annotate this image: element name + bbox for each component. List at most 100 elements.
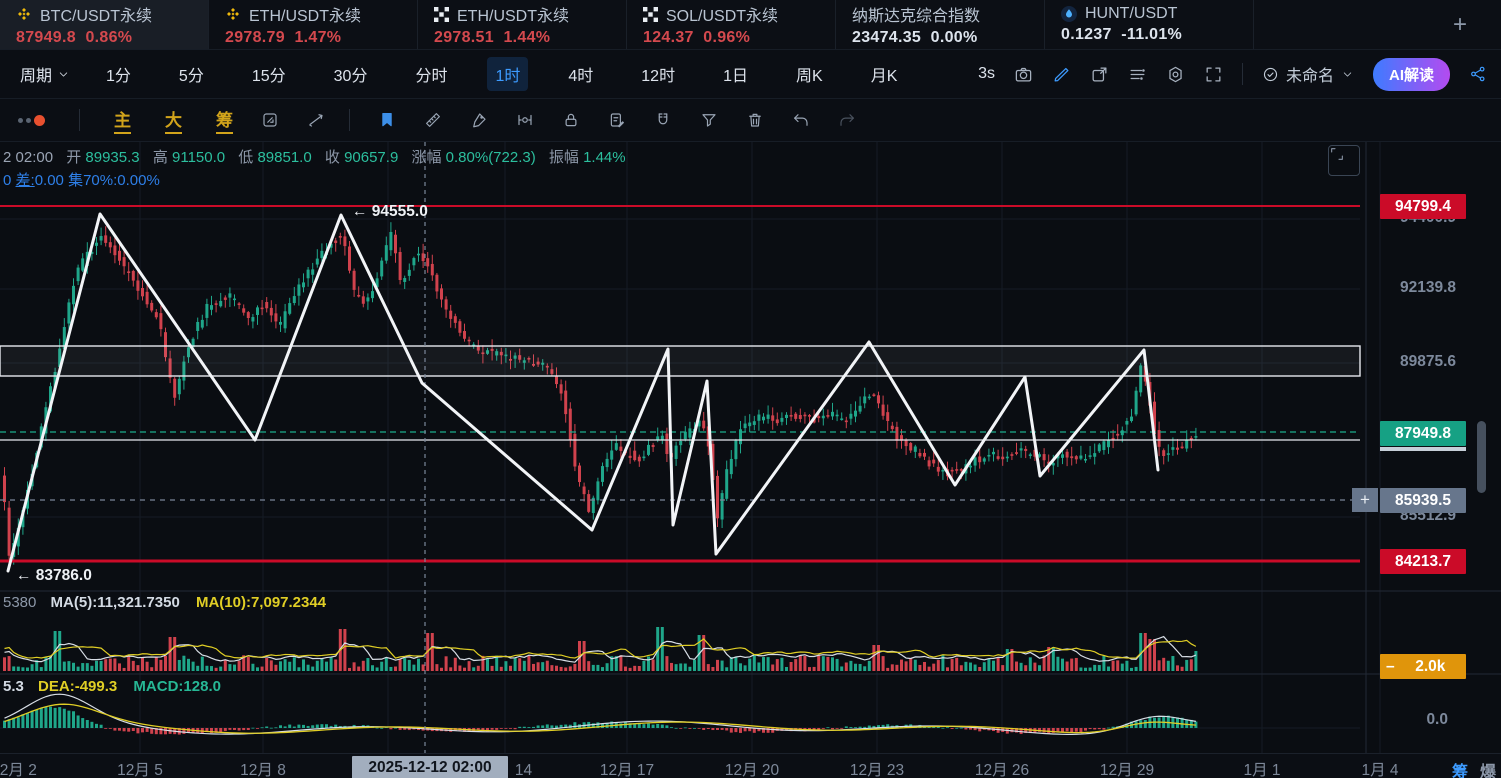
time-axis[interactable]: 1月 41月 112月 2912月 2612月 2312月 2012月 1712… [0,753,1501,778]
hexagon-icon[interactable] [1166,65,1185,84]
orderflow-readout: 0 差:0.00 集70%:0.00% [3,169,160,190]
period-list: 1分 5分 15分 30分分时 1时 4时 12时 1日周K 月K [98,57,937,91]
tab-change: 0.96% [703,29,750,46]
edit-square-icon[interactable] [261,111,279,129]
macd-indicator-readout: 5.3 DEA:-499.3 MACD:128.0 [3,678,221,695]
volume-bars [3,627,1197,671]
indicator-tab-主[interactable]: 主 [114,106,131,134]
macd-zero-label: 0.0 [1398,711,1448,729]
ohlc-time: 2 02:00 [3,149,53,166]
tab-change: 1.44% [503,29,550,46]
ticker-tab-SOL/USDT永续[interactable]: SOL/USDT永续124.37 0.96% [627,0,836,49]
macd-value: 128.0 [183,678,221,695]
okx-icon [434,7,449,22]
trash-icon[interactable] [746,111,764,129]
ticker-tab-HUNT/USDT[interactable]: HUNT/USDT0.1237 -11.01% [1045,0,1254,49]
close-value: 90657.9 [344,149,398,166]
vol-ma10: 7,097.2344 [251,594,326,611]
tab-price: 87949.8 [16,29,76,46]
draw-left-icons [233,111,325,129]
bookmark-icon[interactable] [378,111,396,129]
note-icon[interactable] [608,111,626,129]
magnet-icon[interactable] [654,111,672,129]
toolbar-icons [1014,65,1223,84]
workspace-selector[interactable]: 未命名 [1262,62,1354,86]
ticker-tab-ETH/USDT永续[interactable]: ETH/USDT永续2978.51 1.44% [418,0,627,49]
undo-icon[interactable] [792,111,810,129]
period-分时[interactable]: 分时 [407,57,455,91]
drag-handle[interactable] [18,115,45,126]
period-dropdown[interactable]: 周期 [20,62,70,86]
tab-symbol: ETH/USDT永续 [457,2,569,26]
ticker-tab-ETH/USDT永续[interactable]: ETH/USDT永续2978.79 1.47% [209,0,418,49]
vol-ma5: 11,321.7350 [97,594,180,611]
tab-symbol: ETH/USDT永续 [249,2,361,26]
chart-area[interactable]: ← 94555.0← 83786.0 2 02:00 开 89935.3 高 9… [0,142,1501,753]
high-value: 91150.0 [172,149,225,166]
binance-icon [16,6,32,22]
price-axis-label: 89875.6 [1372,353,1456,371]
ruler-icon[interactable] [424,111,442,129]
period-12时[interactable]: 12时 [633,57,683,91]
period-月K[interactable]: 月K [863,57,906,91]
draw-icons [350,111,856,129]
period-1日[interactable]: 1日 [715,57,756,91]
chip-chips-tool[interactable]: 筹 [1452,758,1468,778]
expand-icon[interactable] [1204,65,1223,84]
tab-price: 23474.35 [852,29,921,46]
time-axis-label: 12月 29 [1100,758,1154,778]
camera-icon[interactable] [1014,65,1033,84]
main-chart-canvas[interactable]: ← 94555.0 ← 83786.0 [0,142,1501,753]
chip-liquidation-tool[interactable]: 爆 [1480,758,1496,778]
time-axis-label: 12月 26 [975,758,1029,778]
tab-price: 2978.79 [225,29,285,46]
period-周K[interactable]: 周K [788,57,831,91]
maximize-pane-icon[interactable] [1328,145,1360,176]
period-4时[interactable]: 4时 [560,57,601,91]
axis-scrollbar[interactable] [1477,421,1486,493]
trading-app-window: BTC/USDT永续87949.8 0.86% ETH/USDT永续 2978.79… [0,0,1501,778]
price-annotation: ← 83786.0 [16,567,92,584]
funnel-icon[interactable] [700,111,718,129]
candle-countdown-strip [1380,447,1466,451]
period-toolbar: 周期 1分5分15分30分分时1时4时12时1日周K月K 3s 未命名 AI解读 [0,50,1501,99]
lock-icon[interactable] [562,111,580,129]
tab-symbol: SOL/USDT永续 [666,2,778,26]
hunt-icon [1061,6,1077,22]
open-value: 89935.3 [85,149,139,166]
period-30分[interactable]: 30分 [326,57,376,91]
low-value: 89851.0 [257,149,311,166]
ai-analysis-button[interactable]: AI解读 [1373,58,1450,91]
alert-price-badge: 94799.4 [1380,194,1466,219]
crosshair-plus-icon: + [1352,488,1378,512]
alert-price-badge: 84213.7 [1380,549,1466,574]
measure-icon[interactable] [516,111,534,129]
crosshair-price-badge: 85939.5 [1380,488,1466,513]
period-15分[interactable]: 15分 [244,57,294,91]
price-annotation: ← 94555.0 [352,203,428,220]
redo-icon[interactable] [838,111,856,129]
tab-change: -11.01% [1121,26,1182,43]
dea-value: -499.3 [75,678,118,695]
period-1分[interactable]: 1分 [98,57,139,91]
add-symbol-button[interactable]: + [1445,11,1475,39]
trend-line-icon[interactable] [307,111,325,129]
ticker-tab-BTC/USDT永续[interactable]: BTC/USDT永续87949.8 0.86% [0,0,209,49]
chevron-down-icon [1341,68,1354,81]
time-axis-label: 12月 20 [725,758,779,778]
handle-dot [18,118,23,123]
period-5分[interactable]: 5分 [171,57,212,91]
ticker-tab-纳斯达克综合指数[interactable]: 纳斯达克综合指数23474.35 0.00% [836,0,1045,49]
list-icon[interactable] [1128,65,1147,84]
indicator-shortcuts: 主大筹 [80,106,233,134]
pencil-icon[interactable] [1052,65,1071,84]
period-dropdown-label: 周期 [20,62,52,86]
indicator-tab-筹[interactable]: 筹 [216,106,233,134]
period-1时[interactable]: 1时 [487,57,528,91]
volume-indicator-readout: 5380 MA(5):11,321.7350 MA(10):7,097.2344 [3,594,326,611]
share-icon[interactable] [1469,65,1487,83]
indicator-tab-大[interactable]: 大 [165,106,182,134]
pen-icon[interactable] [470,111,488,129]
crosshair-time-badge: 2025-12-12 02:00 [352,756,508,778]
popout-icon[interactable] [1090,65,1109,84]
